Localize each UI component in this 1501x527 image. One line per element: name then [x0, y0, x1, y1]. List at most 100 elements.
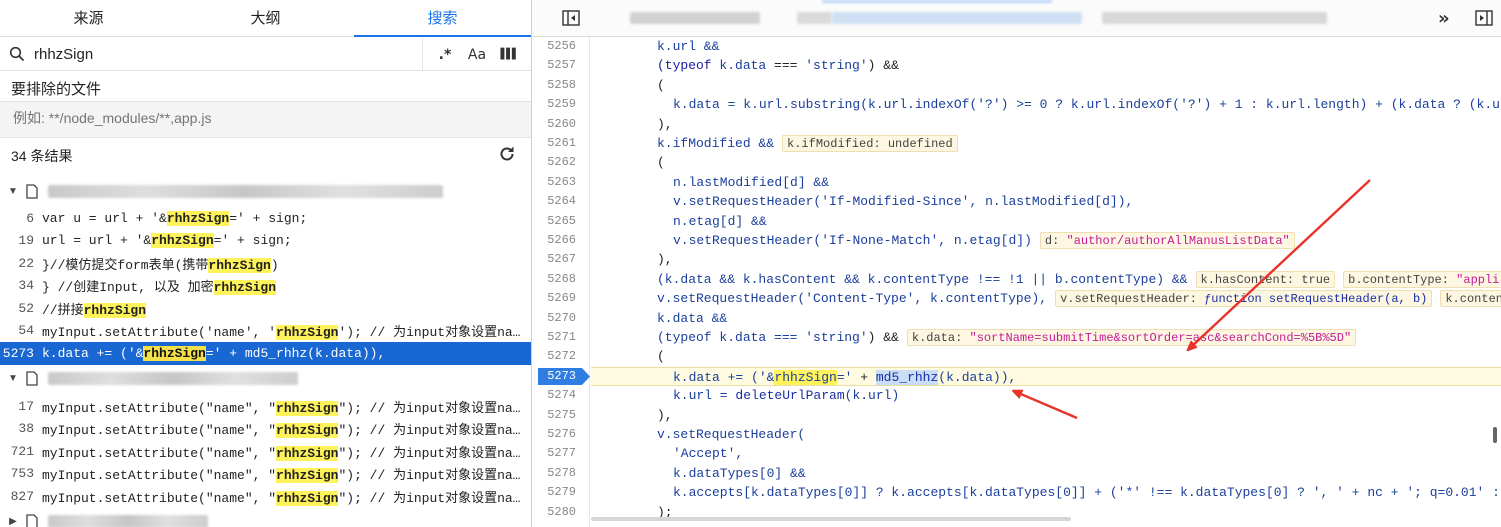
editor-tab-redacted[interactable]: [797, 12, 832, 24]
line-number[interactable]: 5262: [532, 153, 576, 172]
exclude-files-label: 要排除的文件: [11, 81, 102, 98]
editor-tab-redacted[interactable]: [832, 12, 1082, 24]
inline-value-annotation: d: "author/authorAllManusListData": [1039, 232, 1295, 249]
inline-value-annotation: k.ifModified: undefined: [782, 135, 958, 152]
line-number[interactable]: 5280: [532, 503, 576, 522]
horizontal-scrollbar[interactable]: [591, 517, 1071, 521]
double-chevron-right-icon[interactable]: »: [1438, 8, 1450, 29]
code-line: (: [657, 155, 665, 171]
code-editor: » 5256 5257 5258 5259 5260 5261 5262 5263 5264 52…: [532, 0, 1501, 527]
result-row[interactable]: 17 myInput.setAttribute("name", "rhhzSign…: [0, 395, 531, 418]
result-file-header[interactable]: ▼: [0, 367, 531, 389]
line-number[interactable]: 5266: [532, 231, 576, 250]
code-line: n.lastModified[d] &&: [673, 174, 830, 190]
match-case-toggle[interactable]: Aa: [461, 47, 493, 63]
editor-toolbar: »: [532, 0, 1501, 37]
result-row[interactable]: 54 myInput.setAttribute('name', 'rhhzSign…: [0, 320, 531, 343]
code-line: n.etag[d] &&: [673, 213, 767, 229]
tab-search[interactable]: 搜索: [354, 0, 531, 37]
code-line: v.setRequestHeader(: [657, 427, 806, 442]
line-number[interactable]: 5268: [532, 270, 576, 289]
line-number[interactable]: 5269: [532, 289, 576, 308]
code-line: ),: [657, 116, 673, 132]
inline-value-annotation: k.hasContent: true: [1195, 270, 1336, 288]
line-number[interactable]: 5274: [532, 386, 576, 405]
chevron-right-icon[interactable]: ▶: [0, 516, 26, 527]
panel-tabs: 来源 大纲 搜索: [0, 0, 531, 37]
line-number[interactable]: 5272: [532, 347, 576, 366]
code-line: k.url = deleteUrlParam(k.url): [673, 388, 900, 404]
result-row-selected[interactable]: 5273 k.data += ('&rhhzSign=' + md5_rhhz(k…: [0, 342, 531, 365]
tab-outline[interactable]: 大纲: [177, 0, 354, 36]
result-row[interactable]: 753 myInput.setAttribute("name", "rhhzSig…: [0, 463, 531, 486]
result-row[interactable]: 38 myInput.setAttribute("name", "rhhzSign…: [0, 418, 531, 441]
file-icon: [26, 370, 42, 386]
line-number[interactable]: 5267: [532, 250, 576, 269]
editor-tab-redacted[interactable]: [1102, 12, 1327, 24]
search-panel: 来源 大纲 搜索 .* Aa ▌▌▌ 要排除的文件 34 条结果 ▼ 6var …: [0, 0, 531, 527]
result-row[interactable]: 827 myInput.setAttribute("name", "rhhzSig…: [0, 485, 531, 508]
line-number[interactable]: 5275: [532, 406, 576, 425]
code-line: v.setRequestHeader('If-Modified-Since', …: [673, 194, 1134, 210]
code-line: v.setRequestHeader('Content-Type', k.con…: [591, 289, 1501, 308]
line-number[interactable]: 5273: [532, 367, 576, 386]
code-line: k.ifModified && k.ifModified: undefined: [591, 134, 1501, 153]
whole-word-toggle[interactable]: ▌▌▌: [493, 49, 525, 60]
code-line: (: [657, 349, 665, 365]
vertical-scrollbar[interactable]: [1493, 427, 1497, 443]
result-row[interactable]: 721 myInput.setAttribute("name", "rhhzSig…: [0, 440, 531, 463]
line-number[interactable]: 5271: [532, 328, 576, 347]
editor-tab-redacted[interactable]: [630, 12, 760, 24]
result-row[interactable]: 52//拼接rhhzSign: [0, 297, 531, 320]
file-name-redacted: [48, 514, 208, 527]
tab-sources[interactable]: 来源: [0, 0, 177, 36]
code-line: (typeof k.data === 'string') &&: [657, 58, 899, 74]
exclude-files-input[interactable]: [13, 110, 513, 126]
line-number[interactable]: 5258: [532, 76, 576, 95]
line-number[interactable]: 5264: [532, 192, 576, 211]
toggle-panel-icon[interactable]: [1475, 10, 1493, 29]
regex-toggle[interactable]: .*: [429, 47, 461, 63]
result-row[interactable]: 19 url = url + '&rhhzSign=' + sign;: [0, 230, 531, 253]
line-number[interactable]: 5265: [532, 212, 576, 231]
code-view[interactable]: k.url && (typeof k.data === 'string') &&…: [591, 37, 1501, 527]
file-name-redacted: [48, 184, 443, 198]
code-line-current: k.data += ('&rhhzSign=' + md5_rhhz(k.dat…: [591, 366, 1501, 387]
inline-value-annotation: k.conten: [1440, 290, 1501, 308]
chevron-down-icon[interactable]: ▼: [0, 186, 26, 197]
code-line: ),: [657, 252, 673, 268]
line-number[interactable]: 5256: [532, 37, 576, 56]
result-row[interactable]: 22}//模仿提交form表单(携带rhhzSign): [0, 252, 531, 275]
result-file-header[interactable]: ▶: [0, 510, 531, 527]
result-row[interactable]: 34} //创建Input, 以及 加密rhhzSign: [0, 275, 531, 298]
result-row[interactable]: 6 var u = url + '&rhhzSign=' + sign;: [0, 207, 531, 230]
search-bar: .* Aa ▌▌▌: [0, 38, 531, 71]
line-number[interactable]: 5278: [532, 464, 576, 483]
refresh-icon[interactable]: [497, 144, 517, 167]
line-number[interactable]: 5277: [532, 444, 576, 463]
line-number[interactable]: 5270: [532, 309, 576, 328]
line-number[interactable]: 5259: [532, 95, 576, 114]
line-number-gutter[interactable]: 5256 5257 5258 5259 5260 5261 5262 5263 5264 5265…: [532, 37, 590, 527]
line-number[interactable]: 5279: [532, 483, 576, 502]
search-input[interactable]: [34, 39, 414, 69]
line-number[interactable]: 5261: [532, 134, 576, 153]
toggle-sidebar-icon[interactable]: [562, 10, 580, 29]
line-number[interactable]: 5260: [532, 115, 576, 134]
search-options: .* Aa ▌▌▌: [422, 38, 531, 71]
result-file-header[interactable]: ▼: [0, 180, 531, 202]
code-line: ),: [657, 407, 673, 423]
file-name-redacted: [48, 371, 298, 385]
line-number[interactable]: 5276: [532, 425, 576, 444]
code-line: (k.data && k.hasContent && k.contentType…: [591, 270, 1501, 289]
code-line: 'Accept',: [673, 446, 744, 462]
inline-value-annotation: v.setRequestHeader: ƒunction setRequestH…: [1055, 290, 1433, 308]
file-icon: [26, 513, 42, 527]
inline-value-annotation: b.contentType: "appli: [1343, 270, 1501, 288]
chevron-down-icon[interactable]: ▼: [0, 373, 26, 384]
code-line: v.setRequestHeader('If-None-Match', n.et…: [591, 231, 1501, 250]
line-number[interactable]: 5257: [532, 56, 576, 75]
line-number[interactable]: 5263: [532, 173, 576, 192]
result-count: 34 条结果: [11, 148, 73, 164]
code-line: (: [657, 77, 665, 93]
